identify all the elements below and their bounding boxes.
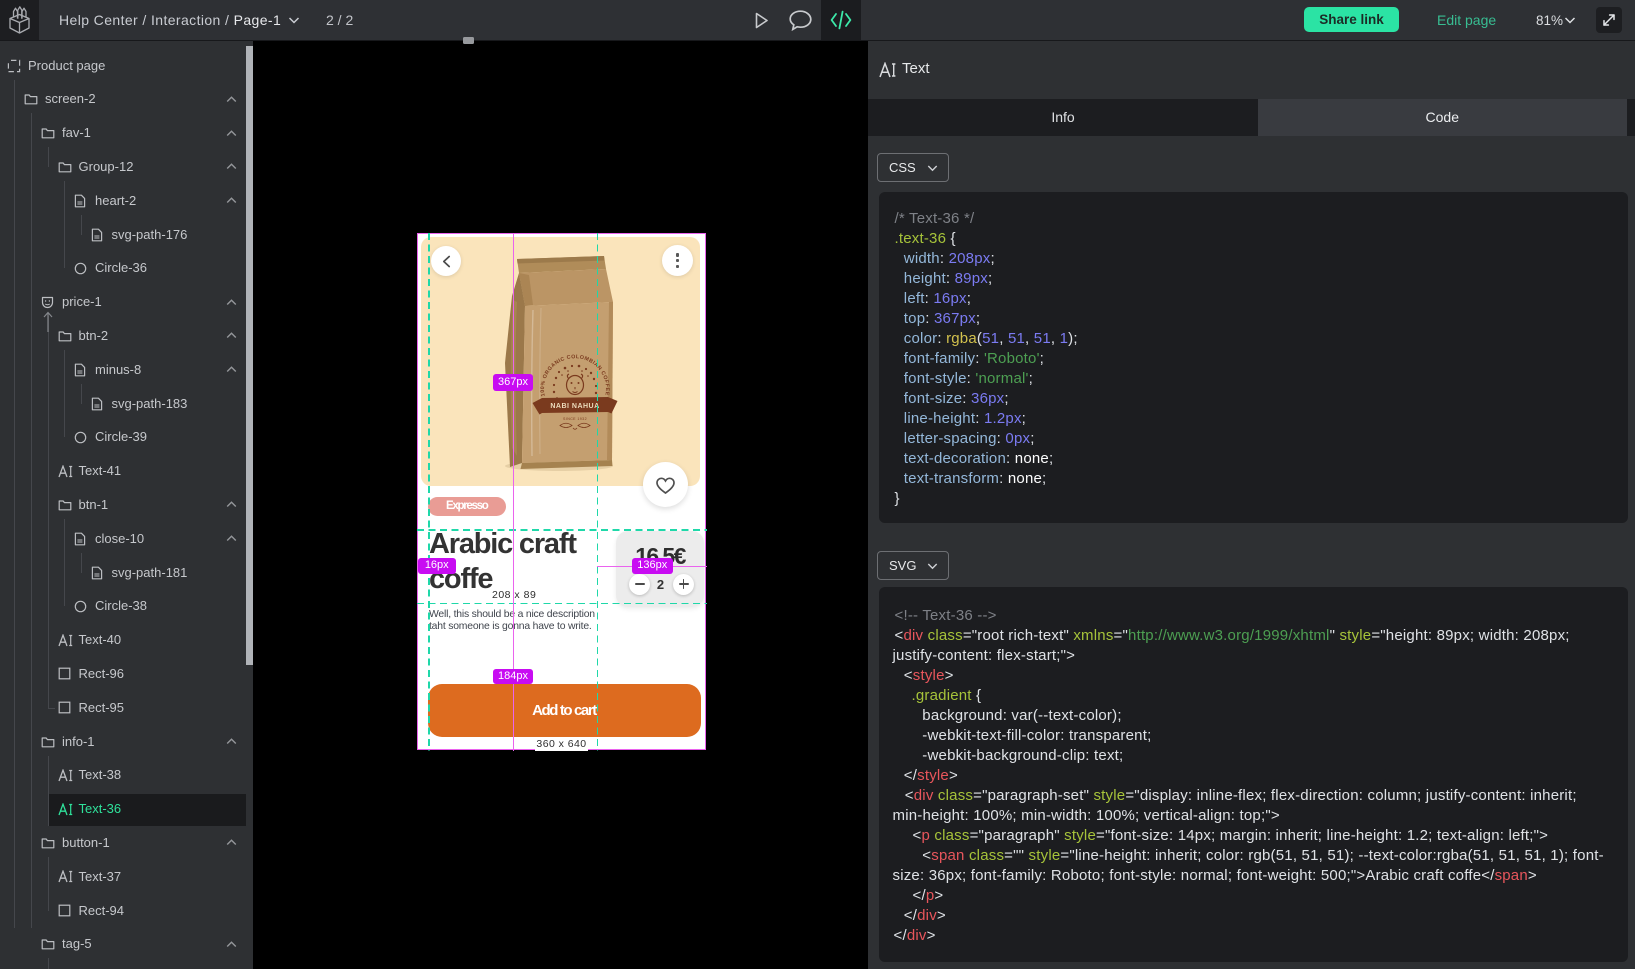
svg-text:NABI NAHUA: NABI NAHUA [550, 403, 599, 410]
svg-text:SINCE 1932: SINCE 1932 [563, 417, 587, 421]
